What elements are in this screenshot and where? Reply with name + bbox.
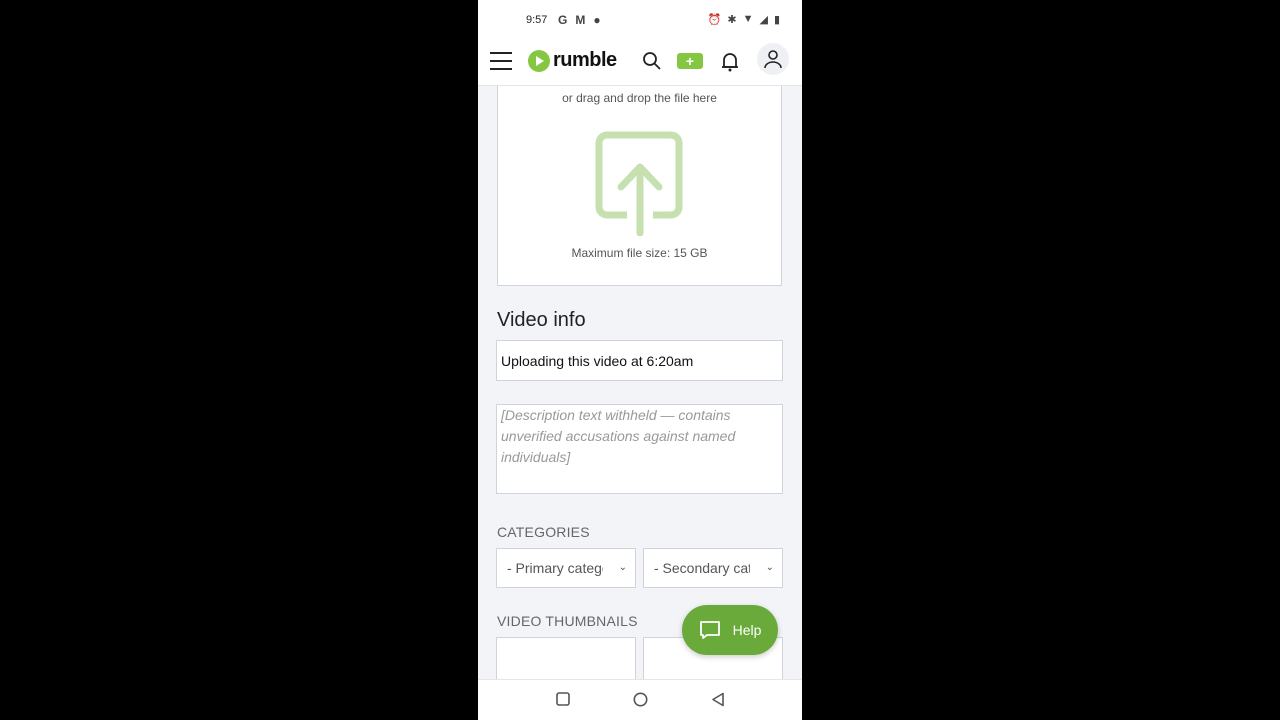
file-dropzone[interactable]: or drag and drop the file here Maximum f… <box>497 86 782 286</box>
brand-name: rumble <box>553 49 617 71</box>
thumbnail-slot[interactable] <box>496 637 636 680</box>
video-info-heading: Video info <box>497 309 586 331</box>
chevron-down-icon: ⌄ <box>761 549 774 587</box>
status-bar: 9:57 G M ● ⏰ ✱ ▼ ◢ ▮ <box>478 0 802 40</box>
video-description-input[interactable]: [Description text withheld — contains un… <box>496 404 783 494</box>
gmail-icon: M <box>575 13 586 27</box>
thumbnails-label: VIDEO THUMBNAILS <box>497 613 638 629</box>
help-label: Help <box>732 622 762 638</box>
video-title-input[interactable] <box>496 340 783 381</box>
phone-screen: 9:57 G M ● ⏰ ✱ ▼ ◢ ▮ rumble + or drag an… <box>478 0 802 720</box>
primary-category-select[interactable]: - Primary category - ⌄ <box>496 548 636 588</box>
top-navigation: rumble + <box>478 40 802 86</box>
chat-icon <box>699 621 720 639</box>
location-icon: ● <box>593 13 601 27</box>
user-icon[interactable] <box>757 43 789 75</box>
categories-label: CATEGORIES <box>497 524 590 540</box>
max-file-size: Maximum file size: 15 GB <box>571 246 708 260</box>
drag-drop-text: or drag and drop the file here <box>562 91 717 105</box>
primary-category-value: - Primary category - <box>507 560 603 576</box>
rumble-logo[interactable]: rumble <box>528 49 617 72</box>
status-time: 9:57 <box>526 14 548 26</box>
menu-icon[interactable] <box>490 52 512 70</box>
secondary-category-select[interactable]: - Secondary category - ⌄ <box>643 548 783 588</box>
wifi-icon: ▼ <box>742 13 754 25</box>
secondary-category-value: - Secondary category - <box>654 560 750 576</box>
battery-icon: ▮ <box>773 14 780 26</box>
upload-form: or drag and drop the file here Maximum f… <box>478 86 802 680</box>
recents-icon[interactable] <box>556 692 570 706</box>
system-nav-bar <box>478 679 802 720</box>
signal-icon: ◢ <box>759 14 768 26</box>
home-icon[interactable] <box>633 692 648 707</box>
bell-icon[interactable] <box>720 51 740 73</box>
help-button[interactable]: Help <box>682 605 778 655</box>
rumble-play-icon <box>528 49 550 72</box>
back-icon[interactable] <box>711 692 725 707</box>
bluetooth-icon: ✱ <box>727 14 737 26</box>
alarm-icon: ⏰ <box>707 14 722 26</box>
search-icon[interactable] <box>642 51 662 71</box>
upload-arrow-icon <box>595 131 683 236</box>
google-icon: G <box>558 13 568 27</box>
chevron-down-icon: ⌄ <box>614 549 627 587</box>
upload-video-icon[interactable]: + <box>677 53 703 69</box>
